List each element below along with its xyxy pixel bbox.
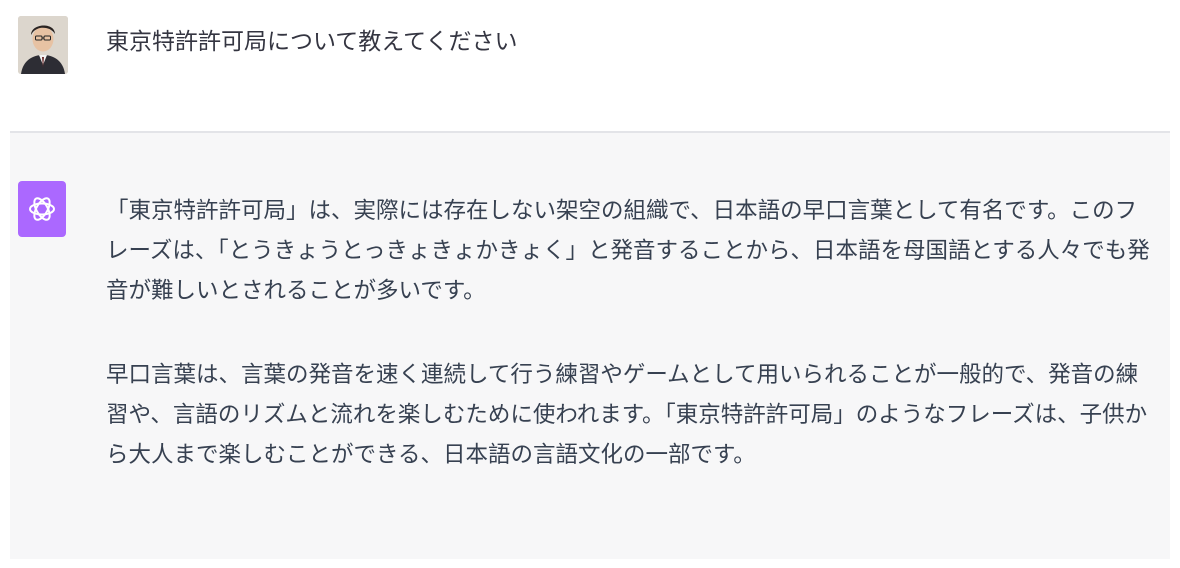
user-message-text: 東京特許許可局について教えてください [106,29,518,55]
assistant-message-row: 「東京特許許可局」は、実際には存在しない架空の組織で、日本語の早口言葉として有名… [10,133,1170,559]
chat-transcript: 東京特許許可局について教えてください 「東京特許許可局」は、実際には存在しない架… [0,0,1180,568]
user-message-row: 東京特許許可局について教えてください [0,0,1180,132]
user-avatar [18,16,68,74]
assistant-paragraph: 「東京特許許可局」は、実際には存在しない架空の組織で、日本語の早口言葉として有名… [106,198,1150,304]
openai-logo-icon [29,197,55,221]
assistant-paragraph: 早口言葉は、言葉の発音を速く連続して行う練習やゲームとして用いられることが一般的… [106,362,1148,468]
assistant-avatar [18,181,66,237]
assistant-message-text: 「東京特許許可局」は、実際には存在しない架空の組織で、日本語の早口言葉として有名… [106,191,1158,475]
user-avatar-photo-icon [18,16,68,74]
